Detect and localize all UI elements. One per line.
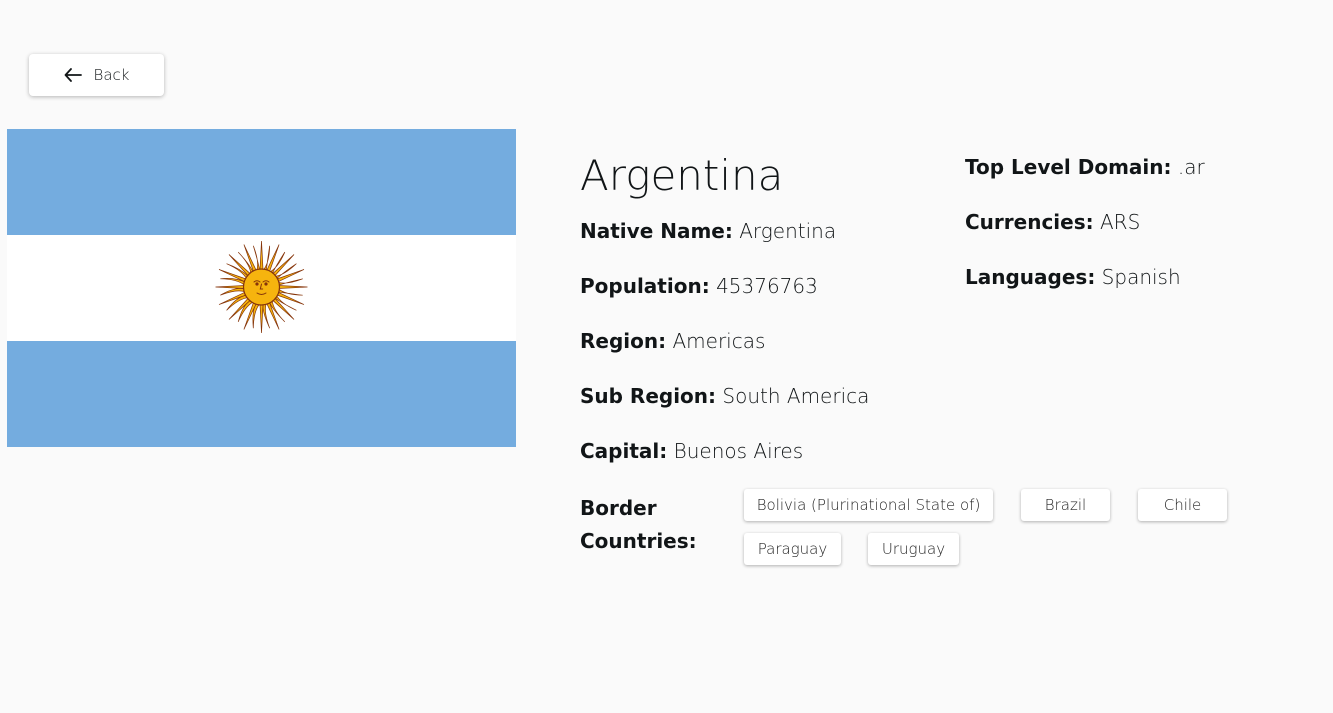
capital-value: Buenos Aires (673, 439, 804, 463)
region-row: Region: Americas (580, 328, 765, 354)
country-flag-image (7, 129, 516, 447)
border-country-chip-brazil[interactable]: Brazil (1021, 489, 1110, 521)
tld-label: Top Level Domain: (965, 155, 1172, 179)
currencies-label: Currencies: (965, 210, 1094, 234)
native-name-value: Argentina (739, 219, 837, 243)
capital-label: Capital: (580, 439, 668, 463)
sub-region-value: South America (722, 384, 870, 408)
border-country-chip-bolivia[interactable]: Bolivia (Plurinational State of) (744, 489, 993, 521)
country-detail-page: Back Argentina Native Name: Argentina Po… (0, 0, 1333, 713)
tld-value: .ar (1177, 155, 1205, 179)
languages-value: Spanish (1101, 265, 1181, 289)
back-button-label: Back (93, 66, 130, 84)
tld-row: Top Level Domain: .ar (965, 154, 1205, 180)
languages-row: Languages: Spanish (965, 264, 1181, 290)
back-button[interactable]: Back (29, 54, 164, 96)
border-country-chip-paraguay[interactable]: Paraguay (744, 533, 841, 565)
sub-region-label: Sub Region: (580, 384, 717, 408)
border-country-chip-chile[interactable]: Chile (1138, 489, 1227, 521)
native-name-row: Native Name: Argentina (580, 218, 836, 244)
arrow-left-icon (64, 68, 82, 82)
region-label: Region: (580, 329, 667, 353)
border-countries-label: Border Countries: (580, 496, 697, 553)
population-label: Population: (580, 274, 710, 298)
population-row: Population: 45376763 (580, 273, 818, 299)
languages-label: Languages: (965, 265, 1096, 289)
border-country-chip-uruguay[interactable]: Uruguay (868, 533, 959, 565)
native-name-label: Native Name: (580, 219, 733, 243)
sub-region-row: Sub Region: South America (580, 383, 869, 409)
region-value: Americas (672, 329, 766, 353)
currencies-row: Currencies: ARS (965, 209, 1140, 235)
capital-row: Capital: Buenos Aires (580, 438, 803, 464)
country-name: Argentina (580, 151, 784, 200)
currencies-value: ARS (1099, 210, 1141, 234)
population-value: 45376763 (716, 274, 818, 298)
